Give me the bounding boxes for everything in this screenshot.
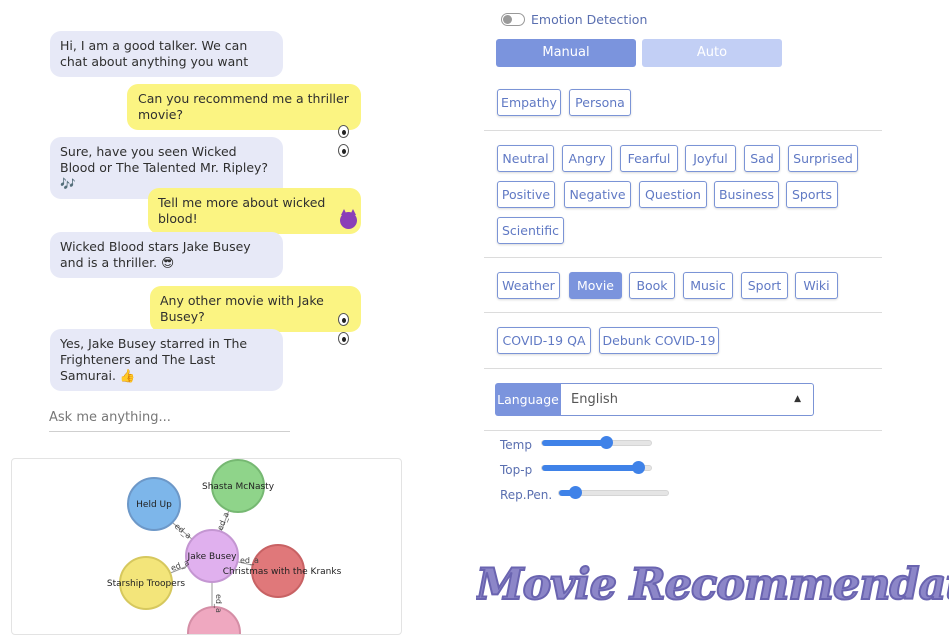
emotion-question-button[interactable]: Question: [639, 181, 707, 208]
emotion-negative-button[interactable]: Negative: [564, 181, 631, 208]
debunk-covid-button[interactable]: Debunk COVID-19: [599, 327, 719, 354]
topic-music-button[interactable]: Music: [683, 272, 733, 299]
select-arrows-icon: ▲︎: [794, 394, 801, 404]
language-value: English: [571, 392, 618, 407]
chat-message-user: Tell me more about wicked blood!: [148, 188, 361, 234]
empathy-button[interactable]: Empathy: [497, 89, 561, 116]
eyes-emoji-icon: [338, 123, 360, 157]
top-p-slider-handle[interactable]: [632, 461, 645, 474]
graph-node-label: Held Up: [136, 500, 172, 510]
divider: [484, 257, 882, 258]
emotion-positive-button[interactable]: Positive: [497, 181, 555, 208]
topic-wiki-button[interactable]: Wiki: [795, 272, 838, 299]
temp-slider[interactable]: [541, 436, 652, 449]
rep-pen-slider[interactable]: [558, 486, 669, 499]
chat-message-bot: Hi, I am a good talker. We can chat abou…: [50, 31, 283, 77]
divider: [484, 312, 882, 313]
knowledge-graph: ed_a ed_a ed_a ed_a ed_a Held Up Shasta …: [107, 459, 342, 634]
knowledge-graph-panel: ed_a ed_a ed_a ed_a ed_a Held Up Shasta …: [11, 458, 402, 635]
emotion-detection-toggle[interactable]: [501, 13, 525, 26]
rep-pen-slider-handle[interactable]: [569, 486, 582, 499]
auto-mode-button[interactable]: Auto: [642, 39, 782, 67]
emotion-angry-button[interactable]: Angry: [562, 145, 612, 172]
emotion-joyful-button[interactable]: Joyful: [685, 145, 736, 172]
emotion-business-button[interactable]: Business: [714, 181, 779, 208]
language-label: Language: [495, 383, 561, 416]
edge-label: ed_a: [216, 511, 231, 532]
edge-label: ed_a: [240, 556, 259, 565]
edge-label: ed_a: [214, 594, 223, 613]
topic-book-button[interactable]: Book: [629, 272, 675, 299]
divider: [484, 368, 882, 369]
emotion-surprised-button[interactable]: Surprised: [788, 145, 858, 172]
chat-message-bot: Wicked Blood stars Jake Busey and is a t…: [50, 232, 283, 278]
language-select[interactable]: English ▲︎: [561, 383, 814, 416]
rep-pen-slider-label: Rep.Pen.: [500, 488, 553, 502]
graph-node-label: Christmas with the Kranks: [223, 567, 342, 577]
divider: [484, 130, 882, 131]
graph-node-label: Jake Busey: [187, 552, 238, 562]
emotion-sports-button[interactable]: Sports: [786, 181, 838, 208]
graph-node-label: Starship Troopers: [107, 579, 186, 589]
emotion-fearful-button[interactable]: Fearful: [620, 145, 678, 172]
graph-node-bottom[interactable]: [187, 606, 241, 634]
persona-button[interactable]: Persona: [569, 89, 631, 116]
manual-mode-button[interactable]: Manual: [496, 39, 636, 67]
movie-recommendation-banner: Movie Recommendation: [476, 560, 949, 611]
emotion-neutral-button[interactable]: Neutral: [497, 145, 554, 172]
temp-slider-label: Temp: [500, 438, 532, 452]
chat-input[interactable]: Ask me anything...: [49, 405, 290, 432]
topic-movie-button[interactable]: Movie: [569, 272, 622, 299]
emotion-scientific-button[interactable]: Scientific: [497, 217, 564, 244]
divider: [484, 430, 882, 431]
emotion-sad-button[interactable]: Sad: [744, 145, 780, 172]
temp-slider-handle[interactable]: [600, 436, 613, 449]
top-p-slider[interactable]: [541, 461, 652, 474]
eyes-emoji-icon: [338, 311, 360, 345]
devil-emoji-icon: [340, 209, 357, 229]
chat-message-user: Can you recommend me a thriller movie?: [127, 84, 361, 130]
chat-message-bot: Yes, Jake Busey starred in The Frightene…: [50, 329, 283, 391]
topic-sport-button[interactable]: Sport: [741, 272, 788, 299]
top-p-slider-label: Top-p: [500, 463, 533, 477]
emotion-detection-label: Emotion Detection: [531, 12, 648, 27]
topic-weather-button[interactable]: Weather: [497, 272, 560, 299]
graph-node-label: Shasta McNasty: [202, 482, 275, 492]
chat-message-user: Any other movie with Jake Busey?: [150, 286, 361, 332]
covid-qa-button[interactable]: COVID-19 QA: [497, 327, 591, 354]
